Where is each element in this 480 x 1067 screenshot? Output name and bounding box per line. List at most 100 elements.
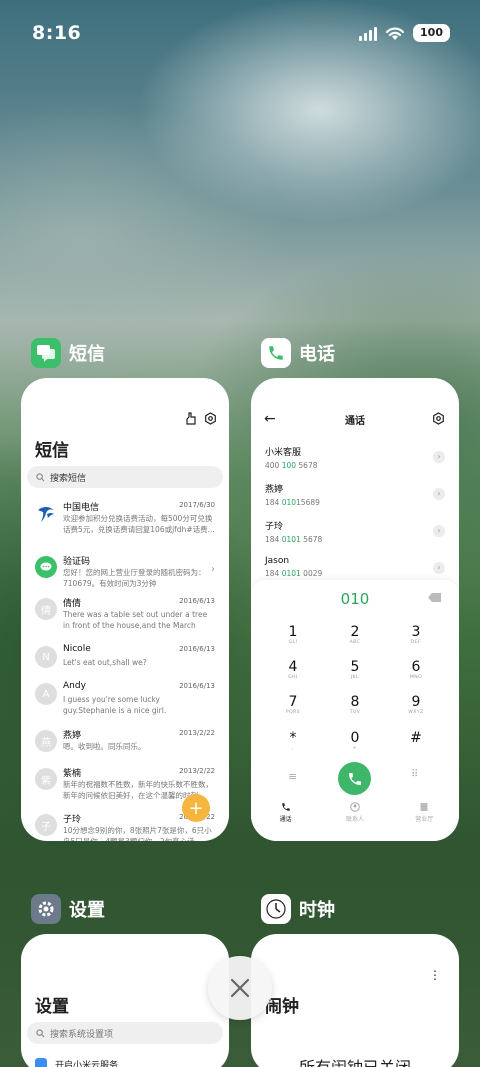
settings-item-cloud[interactable]: 开启小米云服务 [35, 1058, 118, 1067]
avatar: 燕 [35, 730, 57, 752]
message-date: 2017/6/30 [179, 501, 215, 509]
app-label-settings: 设置 [69, 900, 105, 921]
app-header-settings[interactable]: 设置 [31, 894, 105, 924]
tab-service-hall[interactable]: 营业厅 [394, 802, 454, 823]
avatar: A [35, 683, 57, 705]
list-item[interactable]: 验证码 您好！您的网上营业厅登录的随机密码为：710679。有效时间为3分钟 › [21, 554, 229, 602]
gear-icon[interactable] [432, 412, 445, 425]
contact-row[interactable]: 燕婷 184 01015689 › [265, 482, 445, 512]
more-icon[interactable]: ⋮ [429, 968, 441, 982]
chevron-right-icon[interactable]: › [433, 451, 445, 463]
app-label-clock: 时钟 [299, 900, 335, 921]
page-title: 通话 [345, 416, 365, 427]
tab-contacts[interactable]: 联系人 [325, 802, 385, 823]
app-header-sms[interactable]: 短信 [31, 338, 105, 368]
list-item[interactable]: 倩 倩倩 2016/6/13 There was a table set out… [21, 596, 229, 644]
search-icon [36, 472, 45, 481]
dial-key-2[interactable]: 2 ABC [330, 624, 380, 645]
tab-label: 联系人 [345, 816, 364, 823]
message-snippet: I guess you're some lucky guy.Stephanie … [63, 695, 167, 715]
store-icon [420, 803, 428, 811]
sms-app-card[interactable]: 短信 搜索短信 中国电信 2017/6/30 欢迎参加积分兑换话费活动，每500… [21, 378, 229, 841]
phone-app-card[interactable]: ← 通话 小米客服 400 100 5678 › 燕婷 184 01015689… [251, 378, 459, 841]
menu-icon[interactable]: ≡ [288, 770, 297, 783]
avatar: N [35, 646, 57, 668]
message-date: 2016/6/13 [179, 645, 215, 653]
dialed-number: 010 [340, 590, 370, 608]
app-header-clock[interactable]: 时钟 [261, 894, 335, 924]
chevron-right-icon[interactable]: › [433, 562, 445, 574]
clock-app-icon [261, 894, 291, 924]
contact-row[interactable]: 小米客服 400 100 5678 › [265, 445, 445, 475]
message-date: 2013/2/22 [179, 767, 215, 775]
dial-key-4[interactable]: 4 GHI [268, 659, 318, 680]
page-title: 短信 [35, 441, 69, 461]
close-all-button[interactable] [208, 956, 272, 1020]
message-snippet: 嗯。收到啦。同乐同乐。 [63, 742, 146, 751]
sender-name: 子玲 [63, 815, 82, 825]
dial-key-8[interactable]: 8 TUV [330, 694, 380, 715]
dial-key-9[interactable]: 9 WXYZ [391, 694, 441, 715]
chevron-right-icon: › [211, 564, 215, 575]
dial-key-hash[interactable]: # [391, 730, 441, 746]
chevron-right-icon[interactable]: › [433, 525, 445, 537]
status-bar: 8:16 100 [0, 0, 480, 68]
battery-indicator: 100 [413, 24, 450, 42]
cloud-icon [35, 1058, 47, 1067]
page-title: 设置 [35, 997, 69, 1017]
phone-icon [348, 772, 361, 785]
search-input[interactable]: 搜索短信 [27, 466, 223, 488]
dial-key-1[interactable]: 1 GLI [268, 624, 318, 645]
app-header-phone[interactable]: 电话 [261, 338, 335, 368]
message-snippet: Let's eat out,shall we? [63, 658, 147, 667]
search-icon [36, 1028, 45, 1037]
contact-name: 子玲 [265, 522, 284, 532]
chat-bubble-icon [35, 556, 57, 578]
clock-app-card[interactable]: ⋮ 闹钟 所有闹钟已关闭 [251, 934, 459, 1067]
call-button[interactable] [338, 762, 371, 795]
contact-number: 400 100 5678 [265, 461, 318, 470]
new-message-button[interactable]: + [182, 794, 210, 822]
search-input[interactable]: 搜索系统设置项 [27, 1022, 223, 1044]
dial-key-0[interactable]: 0 + [330, 730, 380, 751]
gear-icon[interactable] [204, 412, 217, 425]
china-telecom-logo-icon [35, 502, 57, 524]
contact-number: 184 01015689 [265, 498, 320, 507]
message-date: 2013/2/22 [179, 729, 215, 737]
dial-key-5[interactable]: 5 JKL [330, 659, 380, 680]
alarm-status-text: 所有闹钟已关闭 [251, 1054, 459, 1067]
bottom-tab-bar: 通话 联系人 营业厅 [251, 802, 459, 823]
contact-row[interactable]: 子玲 184 0101 5678 › [265, 519, 445, 549]
tab-calls[interactable]: 通话 [256, 802, 316, 823]
avatar: 紫 [35, 768, 57, 790]
close-icon [230, 978, 250, 998]
message-date: 2016/6/13 [179, 682, 215, 690]
list-item[interactable]: A Andy 2016/6/13 I guess you're some luc… [21, 681, 229, 729]
app-label-phone: 电话 [299, 344, 335, 365]
sender-name: 中国电信 [63, 503, 100, 513]
dial-key-7[interactable]: 7 PQRS [268, 694, 318, 715]
settings-app-icon [31, 894, 61, 924]
search-placeholder: 搜索系统设置项 [50, 1029, 114, 1040]
clean-icon[interactable] [185, 412, 197, 425]
person-icon [350, 802, 360, 812]
dial-key-star[interactable]: *, [268, 730, 318, 751]
contact-number: 184 0101 5678 [265, 535, 323, 544]
keypad-icon[interactable]: ⠿ [411, 769, 418, 780]
status-time: 8:16 [32, 22, 82, 44]
settings-app-card[interactable]: 设置 搜索系统设置项 开启小米云服务 [21, 934, 229, 1067]
settings-item-label: 开启小米云服务 [55, 1061, 119, 1067]
list-item[interactable]: 中国电信 2017/6/30 欢迎参加积分兑换话费活动，每500分可兑换话费5元… [21, 500, 229, 548]
message-date: 2016/6/13 [179, 597, 215, 605]
contact-name: 小米客服 [265, 448, 302, 458]
dial-key-3[interactable]: 3 DEF [391, 624, 441, 645]
contact-number: 184 0101 0029 [265, 569, 323, 578]
message-snippet: 10分想念9别的你，8张照片7张是你，6只小鸟5只是你，4颗星3颗归你，2句真心… [63, 826, 212, 841]
dial-key-6[interactable]: 6 MNO [391, 659, 441, 680]
sender-name: 倩倩 [63, 599, 82, 609]
phone-app-icon [261, 338, 291, 368]
wifi-icon [385, 27, 405, 40]
sender-name: 验证码 [63, 557, 91, 567]
app-label-sms: 短信 [69, 344, 105, 365]
chevron-right-icon[interactable]: › [433, 488, 445, 500]
